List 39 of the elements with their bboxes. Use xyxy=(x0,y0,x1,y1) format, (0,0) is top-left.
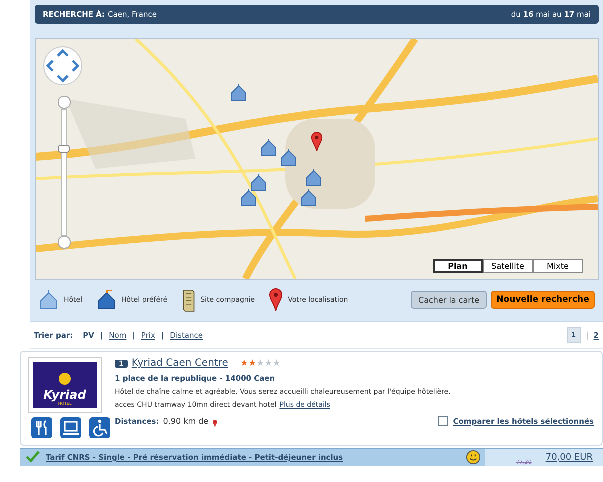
new-search-button[interactable]: Nouvelle recherche xyxy=(491,291,595,309)
house-icon xyxy=(39,290,59,310)
zoom-track[interactable] xyxy=(61,109,67,236)
location-pin-icon xyxy=(311,131,323,153)
zoom-thumb[interactable] xyxy=(58,144,70,152)
zoom-in-button[interactable] xyxy=(58,96,70,109)
star-icon: ★ xyxy=(272,358,281,368)
map-type-button[interactable]: Plan xyxy=(433,259,483,273)
separator: | xyxy=(586,330,589,340)
map-type-button[interactable]: Satellite xyxy=(483,259,533,273)
smiley-icon xyxy=(466,450,481,465)
star-icon: ★ xyxy=(264,358,273,368)
hotel-marker-icon[interactable] xyxy=(301,189,317,207)
logo-text: Kyriad xyxy=(44,389,86,401)
checkmark-icon xyxy=(26,450,40,464)
star-icon: ★ xyxy=(240,358,248,368)
pan-control[interactable] xyxy=(43,46,83,86)
restaurant-icon xyxy=(31,417,53,439)
hide-map-button[interactable]: Cacher la carte xyxy=(411,291,487,309)
map-pin-icon xyxy=(269,288,284,312)
zoom-out-button[interactable] xyxy=(58,236,70,249)
price-link[interactable]: 70,00 EUR xyxy=(546,452,593,462)
hotel-marker-icon[interactable] xyxy=(306,169,322,187)
compare-checkbox[interactable] xyxy=(438,416,448,426)
wheelchair-icon xyxy=(89,417,111,439)
laptop-icon xyxy=(60,417,82,439)
map-type-button[interactable]: Mixte xyxy=(533,259,583,273)
house-flag-icon xyxy=(96,290,117,310)
map-area[interactable]: Plan Satellite Mixte xyxy=(35,38,599,280)
hotel-marker-icon[interactable] xyxy=(261,139,277,157)
hotel-marker-icon[interactable] xyxy=(281,149,297,167)
star-icon: ★ xyxy=(248,358,257,368)
hotel-marker-icon[interactable] xyxy=(231,84,247,102)
distance-value: 0,90 km de xyxy=(163,416,209,426)
hotel-marker-icon[interactable] xyxy=(241,189,257,207)
building-icon xyxy=(182,288,196,312)
hotel-marker-icon[interactable] xyxy=(251,174,267,192)
star-icon: ★ xyxy=(256,358,265,368)
hotel-name-link[interactable]: Kyriad Caen Centre xyxy=(132,358,228,369)
